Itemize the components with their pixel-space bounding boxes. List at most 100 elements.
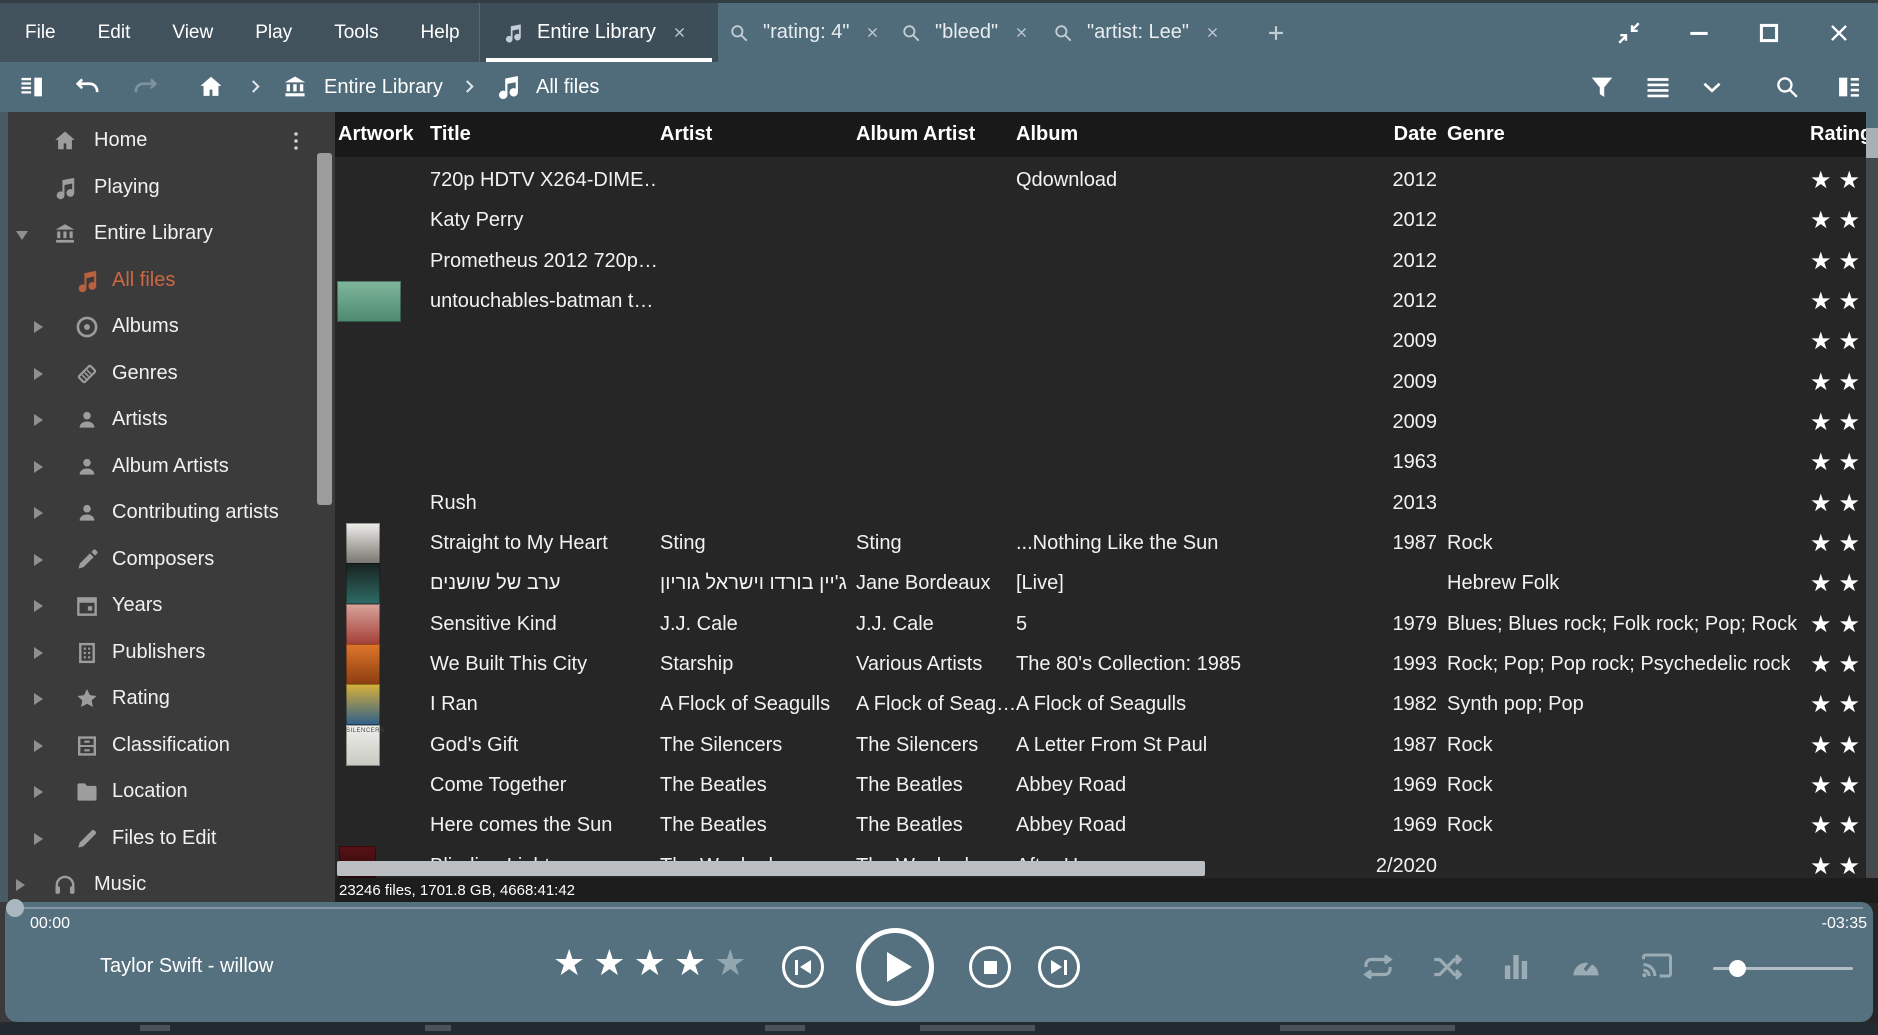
play-button[interactable]	[856, 928, 934, 1006]
chevron-collapsed-icon[interactable]	[34, 461, 43, 473]
skip-next-button[interactable]	[1038, 946, 1080, 988]
table-row[interactable]: 2009★★	[335, 321, 1866, 362]
row-rating-stars[interactable]: ★★	[1810, 563, 1866, 604]
undo-icon[interactable]	[74, 73, 102, 101]
column-header-rating[interactable]: Rating	[1810, 112, 1866, 157]
table-row[interactable]: Rush2013★★	[335, 483, 1866, 524]
chevron-collapsed-icon[interactable]	[34, 693, 43, 705]
menu-edit[interactable]: Edit	[98, 22, 131, 44]
allfiles-breadcrumb-icon[interactable]	[494, 73, 522, 101]
tab-search-2[interactable]: "bleed"	[890, 3, 1042, 62]
row-rating-stars[interactable]: ★★	[1810, 725, 1866, 766]
column-header-artwork[interactable]: Artwork	[338, 112, 414, 157]
row-rating-stars[interactable]: ★★	[1810, 604, 1866, 645]
right-panel-toggle-icon[interactable]	[1835, 73, 1863, 101]
tab-close-icon[interactable]	[865, 25, 880, 40]
seek-thumb[interactable]	[6, 899, 24, 917]
vertical-scrollbar[interactable]	[1866, 128, 1878, 878]
sidebar-item-composers[interactable]: Composers	[0, 537, 335, 583]
tab-search-1[interactable]: "rating: 4"	[718, 3, 890, 62]
skip-previous-button[interactable]	[782, 946, 824, 988]
sidebar-item-classification[interactable]: Classification	[0, 723, 335, 769]
stop-button[interactable]	[969, 946, 1011, 988]
sidebar-item-genres[interactable]: Genres	[0, 351, 335, 397]
sidebar-item-playing[interactable]: Playing	[0, 165, 335, 211]
star-icon[interactable]: ★	[634, 942, 674, 983]
row-rating-stars[interactable]: ★★	[1810, 846, 1866, 878]
column-header-album[interactable]: Album	[1016, 112, 1078, 157]
sidebar-item-album-artists[interactable]: Album Artists	[0, 444, 335, 490]
table-row[interactable]: We Built This CityStarshipVarious Artist…	[335, 644, 1866, 685]
tab-search-3[interactable]: "artist: Lee"	[1042, 3, 1240, 62]
table-row[interactable]: 720p HDTV X264-DIME…Qdownload2012★★	[335, 160, 1866, 201]
table-row[interactable]: I RanA Flock of SeagullsA Flock of Seag……	[335, 684, 1866, 725]
table-row[interactable]: Katy Perry2012★★	[335, 200, 1866, 241]
chevron-collapsed-icon[interactable]	[34, 507, 43, 519]
menu-tools[interactable]: Tools	[334, 22, 378, 44]
row-rating-stars[interactable]: ★★	[1810, 644, 1866, 685]
redo-icon[interactable]	[131, 73, 159, 101]
breadcrumb-library[interactable]: Entire Library	[324, 73, 443, 101]
row-rating-stars[interactable]: ★★	[1810, 442, 1866, 483]
home-breadcrumb-icon[interactable]	[197, 73, 225, 101]
sidebar-item-home[interactable]: Home	[0, 118, 335, 164]
table-row[interactable]: 2009★★	[335, 362, 1866, 403]
column-header-date[interactable]: Date	[1337, 112, 1437, 157]
chevron-expanded-icon[interactable]	[16, 231, 28, 240]
chevron-collapsed-icon[interactable]	[34, 368, 43, 380]
star-icon[interactable]: ★	[674, 942, 714, 983]
row-rating-stars[interactable]: ★★	[1810, 483, 1866, 524]
kebab-menu-icon[interactable]	[284, 126, 308, 156]
new-tab-button[interactable]	[1256, 3, 1296, 62]
table-row[interactable]: Come TogetherThe BeatlesThe BeatlesAbbey…	[335, 765, 1866, 806]
sidebar-scrollbar-thumb[interactable]	[317, 153, 332, 505]
row-rating-stars[interactable]: ★★	[1810, 321, 1866, 362]
chevron-collapsed-icon[interactable]	[34, 414, 43, 426]
row-rating-stars[interactable]: ★★	[1810, 362, 1866, 403]
panels-toggle-icon[interactable]	[18, 73, 46, 101]
table-row[interactable]: SILENCERSGod's GiftThe SilencersThe Sile…	[335, 725, 1866, 766]
horizontal-scrollbar-thumb[interactable]	[337, 861, 1205, 876]
volume-thumb[interactable]	[1729, 960, 1746, 977]
equalizer-icon[interactable]	[1498, 949, 1534, 985]
sidebar-item-all-files[interactable]: All files	[0, 258, 335, 304]
sidebar-item-artists[interactable]: Artists	[0, 397, 335, 443]
table-row[interactable]: Sensitive KindJ.J. CaleJ.J. Cale51979Blu…	[335, 604, 1866, 645]
star-icon[interactable]: ★	[714, 942, 754, 983]
library-breadcrumb-icon[interactable]	[281, 73, 309, 101]
vertical-scrollbar-thumb[interactable]	[1866, 128, 1878, 158]
row-rating-stars[interactable]: ★★	[1810, 402, 1866, 443]
seek-bar[interactable]	[15, 907, 1863, 909]
tab-close-icon[interactable]	[1205, 25, 1220, 40]
row-rating-stars[interactable]: ★★	[1810, 200, 1866, 241]
chevron-collapsed-icon[interactable]	[16, 879, 25, 891]
menu-play[interactable]: Play	[255, 22, 292, 44]
menu-view[interactable]: View	[172, 22, 213, 44]
column-header-title[interactable]: Title	[430, 112, 471, 157]
search-icon[interactable]	[1773, 73, 1801, 101]
row-rating-stars[interactable]: ★★	[1810, 160, 1866, 201]
cast-icon[interactable]	[1639, 949, 1675, 985]
chevron-collapsed-icon[interactable]	[34, 740, 43, 752]
sidebar-item-publishers[interactable]: Publishers	[0, 630, 335, 676]
gauge-icon[interactable]	[1568, 949, 1604, 985]
chevron-collapsed-icon[interactable]	[34, 321, 43, 333]
table-row[interactable]: untouchables-batman t…2012★★	[335, 281, 1866, 322]
table-row[interactable]: Here comes the SunThe BeatlesThe Beatles…	[335, 805, 1866, 846]
table-row[interactable]: 1963★★	[335, 442, 1866, 483]
sidebar-item-files-to-edit[interactable]: Files to Edit	[0, 816, 335, 862]
chevron-collapsed-icon[interactable]	[34, 554, 43, 566]
chevron-collapsed-icon[interactable]	[34, 647, 43, 659]
chevron-collapsed-icon[interactable]	[34, 786, 43, 798]
breadcrumb-allfiles[interactable]: All files	[536, 73, 599, 101]
row-rating-stars[interactable]: ★★	[1810, 805, 1866, 846]
repeat-icon[interactable]	[1360, 949, 1396, 985]
collapse-window-button[interactable]	[1616, 20, 1642, 46]
maximize-button[interactable]	[1756, 20, 1782, 46]
tab-entire-library[interactable]: Entire Library	[480, 3, 718, 62]
menu-file[interactable]: File	[25, 22, 56, 44]
list-view-icon[interactable]	[1644, 73, 1672, 101]
chevron-down-icon[interactable]	[1699, 73, 1725, 101]
tab-close-icon[interactable]	[672, 25, 687, 40]
column-header-album-artist[interactable]: Album Artist	[856, 112, 975, 157]
